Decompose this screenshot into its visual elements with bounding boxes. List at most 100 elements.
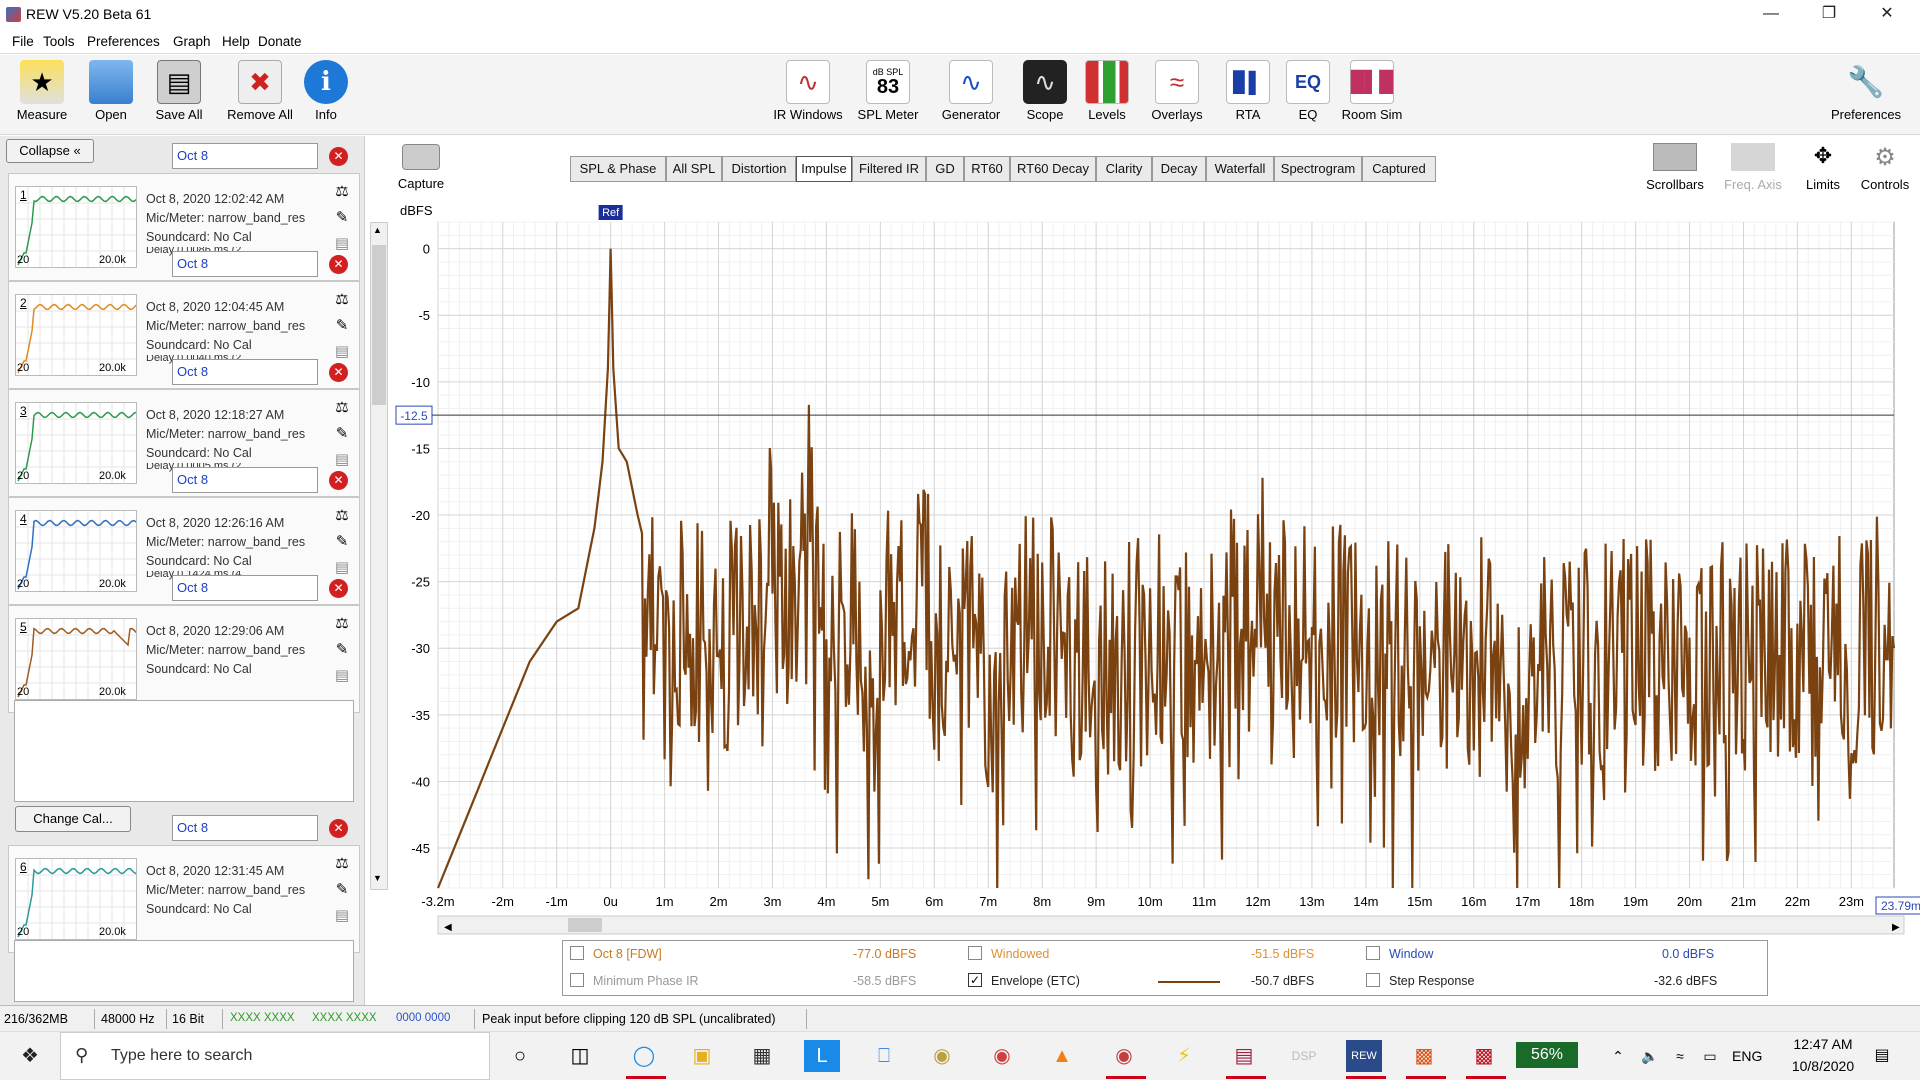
legend-checkbox-step[interactable] <box>1366 973 1380 987</box>
windows-start-icon[interactable]: ❖ <box>12 1040 48 1072</box>
menu-help[interactable]: Help <box>222 34 250 49</box>
edit-pen-icon[interactable]: ✎ <box>331 208 353 234</box>
measurement-name-input-6[interactable]: Oct 8 <box>172 815 318 841</box>
close-button[interactable]: ✕ <box>1864 0 1910 30</box>
properties-icon[interactable]: ⚖ <box>331 182 353 208</box>
legend-checkbox-minphase[interactable] <box>570 973 584 987</box>
edit-pen-icon[interactable]: ✎ <box>331 880 353 906</box>
tab-gd[interactable]: GD <box>926 156 964 182</box>
delete-measurement-icon[interactable]: ✕ <box>329 471 348 490</box>
tab-waterfall[interactable]: Waterfall <box>1206 156 1274 182</box>
remove-all-button[interactable]: ✖ Remove All <box>220 60 300 122</box>
rew-taskbar-icon[interactable]: REW <box>1346 1040 1382 1072</box>
menu-graph[interactable]: Graph <box>173 34 211 49</box>
collapse-button[interactable]: Collapse « <box>6 139 94 163</box>
tab-distortion[interactable]: Distortion <box>722 156 796 182</box>
room-sim-button[interactable]: █▌█ Room Sim <box>1340 60 1404 122</box>
legend-checkbox-envelope[interactable]: ✓ <box>968 973 982 987</box>
spl-meter-button[interactable]: dB SPL 83 SPL Meter <box>856 60 920 122</box>
legend-checkbox-fdw[interactable] <box>570 946 584 960</box>
properties-icon[interactable]: ⚖ <box>331 290 353 316</box>
app-l-icon[interactable]: L <box>804 1040 840 1072</box>
tray-chevron-icon[interactable]: ⌃ <box>1600 1040 1636 1072</box>
measurement-name-input-3[interactable]: Oct 8 <box>172 359 318 385</box>
vlc-icon[interactable]: ▲ <box>1044 1040 1080 1072</box>
tab-spectrogram[interactable]: Spectrogram <box>1274 156 1362 182</box>
edit-pen-icon[interactable]: ✎ <box>331 640 353 666</box>
measurement-name-input-1[interactable]: Oct 8 <box>172 143 318 169</box>
lightning-app-icon[interactable]: ⚡ <box>1166 1040 1202 1072</box>
impulse-chart[interactable]: 0 -5 -10 -15 -20 -25 -30 -35 -40 -45 -3.2m -2m -1m 0u… <box>390 190 1920 935</box>
file-explorer-icon[interactable]: ▣ <box>684 1040 720 1072</box>
menu-donate[interactable]: Donate <box>258 34 302 49</box>
network-app-icon[interactable]: ⎕ <box>866 1040 902 1072</box>
properties-icon[interactable]: ⚖ <box>331 854 353 880</box>
notes-icon[interactable]: ▤ <box>331 906 353 932</box>
cortana-icon[interactable]: ○ <box>502 1040 538 1072</box>
controls-button[interactable]: ⚙ Controls <box>1858 143 1912 192</box>
ir-windows-button[interactable]: ∿ IR Windows <box>770 60 846 122</box>
tab-rt60[interactable]: RT60 <box>964 156 1010 182</box>
delete-measurement-icon[interactable]: ✕ <box>329 819 348 838</box>
panel-scrollbar-thumb[interactable] <box>372 245 386 405</box>
dsp-app-icon[interactable]: DSP <box>1286 1040 1322 1072</box>
properties-icon[interactable]: ⚖ <box>331 398 353 424</box>
office-icon[interactable]: ▩ <box>1406 1040 1442 1072</box>
measurement-name-input-5[interactable]: Oct 8 <box>172 575 318 601</box>
tab-clarity[interactable]: Clarity <box>1096 156 1152 182</box>
tab-filtered-ir[interactable]: Filtered IR <box>852 156 926 182</box>
properties-icon[interactable]: ⚖ <box>331 506 353 532</box>
delete-measurement-icon[interactable]: ✕ <box>329 579 348 598</box>
scroll-down-icon[interactable]: ▼ <box>373 873 382 883</box>
taskbar-time[interactable]: 12:47 AM <box>1778 1036 1868 1052</box>
properties-icon[interactable]: ⚖ <box>331 614 353 640</box>
language-indicator[interactable]: ENG <box>1732 1048 1762 1064</box>
generator-button[interactable]: ∿ Generator <box>935 60 1007 122</box>
preferences-button[interactable]: 🔧 Preferences <box>1826 60 1906 123</box>
edit-pen-icon[interactable]: ✎ <box>331 532 353 558</box>
tab-impulse[interactable]: Impulse <box>796 156 852 182</box>
scope-button[interactable]: ∿ Scope <box>1020 60 1070 122</box>
open-button[interactable]: Open <box>86 60 136 122</box>
menu-tools[interactable]: Tools <box>43 34 75 49</box>
notes-area-6[interactable] <box>14 940 354 1002</box>
notes-icon[interactable]: ▤ <box>331 666 353 692</box>
overlays-button[interactable]: ≈ Overlays <box>1146 60 1208 122</box>
tab-all-spl[interactable]: All SPL <box>666 156 722 182</box>
notification-icon[interactable]: ▤ <box>1864 1040 1900 1072</box>
tab-decay[interactable]: Decay <box>1152 156 1206 182</box>
taskbar-search-box[interactable]: ⚲ Type here to search <box>60 1032 490 1080</box>
legend-checkbox-windowed[interactable] <box>968 946 982 960</box>
delete-measurement-icon[interactable]: ✕ <box>329 363 348 382</box>
battery-meter[interactable]: 56% <box>1516 1042 1578 1068</box>
tab-rt60-decay[interactable]: RT60 Decay <box>1010 156 1096 182</box>
scroll-up-icon[interactable]: ▲ <box>373 225 382 235</box>
media-icon[interactable]: ◉ <box>924 1040 960 1072</box>
notes-area-5[interactable] <box>14 700 354 802</box>
rta-button[interactable]: ▊▌ RTA <box>1224 60 1272 122</box>
tab-captured[interactable]: Captured <box>1362 156 1436 182</box>
measurement-name-input-2[interactable]: Oct 8 <box>172 251 318 277</box>
edge-icon[interactable]: ◯ <box>626 1040 662 1072</box>
measurement-card-5[interactable]: 5 20 20.0k Oct 8, 2020 12:29:06 AM Mic/Meter… <box>8 605 360 713</box>
measure-button[interactable]: ★ Measure <box>10 60 74 122</box>
tab-spl-phase[interactable]: SPL & Phase <box>570 156 666 182</box>
menu-file[interactable]: File <box>12 34 34 49</box>
limits-button[interactable]: ✥ Limits <box>1798 143 1848 192</box>
task-view-icon[interactable]: ◫ <box>562 1040 598 1072</box>
eq-button[interactable]: EQ EQ <box>1286 60 1330 122</box>
menu-preferences[interactable]: Preferences <box>87 34 160 49</box>
levels-button[interactable]: Levels <box>1082 60 1132 122</box>
save-all-button[interactable]: ▤ Save All <box>148 60 210 122</box>
store-icon[interactable]: ▦ <box>744 1040 780 1072</box>
edit-pen-icon[interactable]: ✎ <box>331 316 353 342</box>
delete-measurement-icon[interactable]: ✕ <box>329 255 348 274</box>
info-button[interactable]: i Info <box>304 60 348 122</box>
panel-scrollbar[interactable]: ▲ ▼ <box>370 222 388 890</box>
delete-measurement-icon[interactable]: ✕ <box>329 147 348 166</box>
edit-pen-icon[interactable]: ✎ <box>331 424 353 450</box>
legend-checkbox-window[interactable] <box>1366 946 1380 960</box>
red-app-icon[interactable]: ▩ <box>1466 1040 1502 1072</box>
chrome-profile-icon[interactable]: ◉ <box>1106 1040 1142 1072</box>
winrar-icon[interactable]: ▤ <box>1226 1040 1262 1072</box>
